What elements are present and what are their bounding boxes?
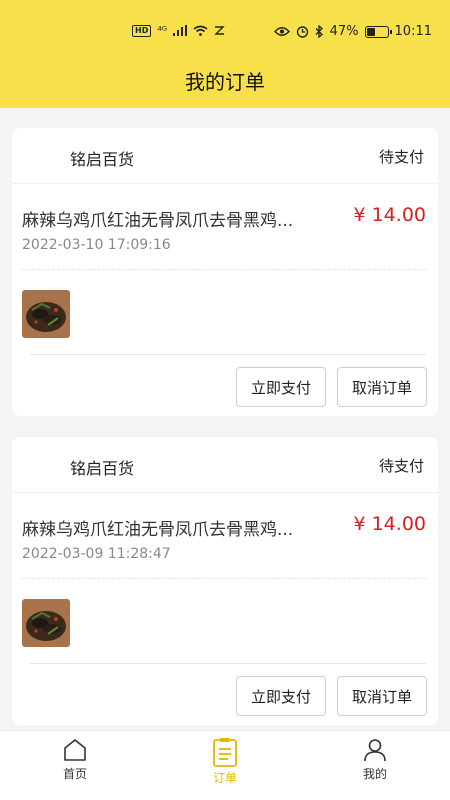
hd-icon: HD bbox=[132, 24, 152, 37]
product-thumbnail[interactable] bbox=[22, 290, 70, 338]
bottom-tab-bar: 首页 订单 我的 bbox=[0, 730, 450, 800]
order-status: 待支付 bbox=[378, 457, 424, 475]
order-status: 待支付 bbox=[378, 148, 424, 166]
status-right: 47% 10:11 bbox=[273, 24, 432, 39]
divider bbox=[12, 492, 438, 493]
clock: 10:11 bbox=[394, 24, 432, 39]
product-thumbnail[interactable] bbox=[22, 599, 70, 647]
order-time: 2022-03-09 11:28:47 bbox=[22, 546, 171, 562]
dashed-divider bbox=[22, 269, 426, 270]
tab-label: 首页 bbox=[62, 767, 87, 781]
eye-icon bbox=[273, 27, 290, 36]
cancel-order-button[interactable]: 取消订单 bbox=[337, 676, 427, 716]
wifi-icon bbox=[193, 25, 208, 36]
battery-icon bbox=[364, 25, 392, 38]
product-price: ¥ 14.00 bbox=[353, 204, 426, 226]
divider bbox=[30, 663, 426, 664]
status-bar: HD ⁴ᴳ 47% 10:11 bbox=[0, 20, 450, 46]
tab-orders[interactable]: 订单 bbox=[175, 737, 275, 797]
pay-now-button[interactable]: 立即支付 bbox=[236, 367, 326, 407]
user-icon bbox=[364, 739, 386, 762]
divider bbox=[12, 183, 438, 184]
tab-label: 订单 bbox=[212, 771, 237, 785]
shop-name: 铭启百货 bbox=[70, 459, 135, 478]
cancel-order-button[interactable]: 取消订单 bbox=[337, 367, 427, 407]
tab-mine[interactable]: 我的 bbox=[325, 737, 425, 797]
signal-icon bbox=[173, 25, 188, 36]
product-name[interactable]: 麻辣乌鸡爪红油无骨凤爪去骨黑鸡... bbox=[22, 515, 322, 540]
app-header: HD ⁴ᴳ 47% 10:11 我的订单 bbox=[0, 0, 450, 108]
battery-level bbox=[366, 27, 376, 36]
order-card[interactable]: 铭启百货 待支付 麻辣乌鸡爪红油无骨凤爪去骨黑鸡... ¥ 14.00 2022… bbox=[12, 437, 438, 725]
order-time: 2022-03-10 17:09:16 bbox=[22, 237, 171, 253]
tab-label: 我的 bbox=[362, 767, 387, 781]
pay-now-button[interactable]: 立即支付 bbox=[236, 676, 326, 716]
divider bbox=[30, 354, 426, 355]
page-title: 我的订单 bbox=[185, 70, 265, 94]
shop-name: 铭启百货 bbox=[70, 150, 135, 169]
nfc-icon bbox=[214, 26, 225, 35]
battery-percent: 47% bbox=[329, 24, 359, 39]
home-icon bbox=[64, 739, 86, 761]
bluetooth-icon bbox=[315, 25, 323, 38]
order-card[interactable]: 铭启百货 待支付 麻辣乌鸡爪红油无骨凤爪去骨黑鸡... ¥ 14.00 2022… bbox=[12, 128, 438, 416]
orders-icon bbox=[213, 738, 237, 767]
network-type-label: ⁴ᴳ bbox=[157, 24, 168, 37]
tab-home[interactable]: 首页 bbox=[25, 737, 125, 797]
product-name[interactable]: 麻辣乌鸡爪红油无骨凤爪去骨黑鸡... bbox=[22, 206, 322, 231]
status-left: HD ⁴ᴳ bbox=[132, 24, 225, 37]
dashed-divider bbox=[22, 578, 426, 579]
product-price: ¥ 14.00 bbox=[353, 513, 426, 535]
alarm-icon bbox=[296, 26, 308, 38]
